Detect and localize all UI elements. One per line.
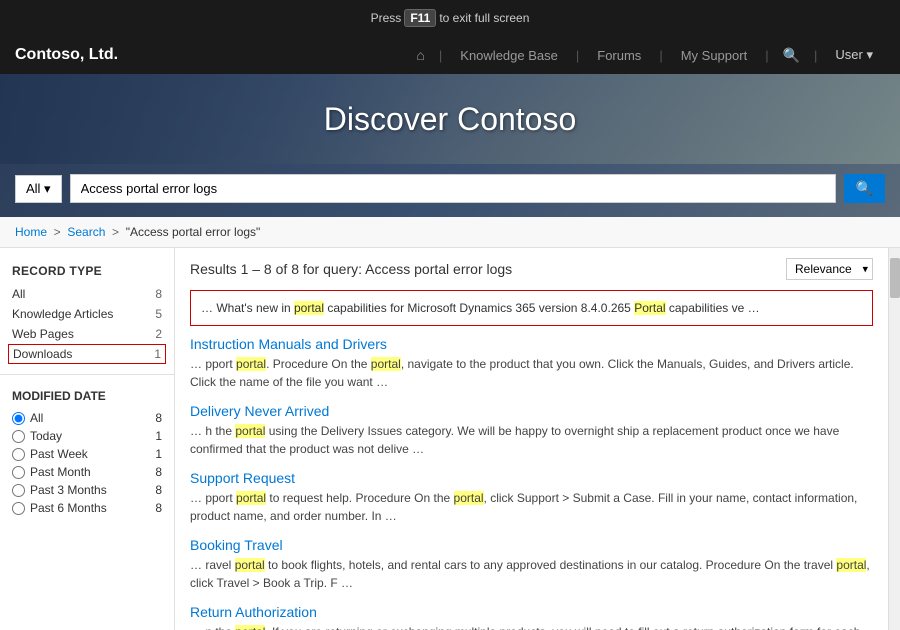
highlight-portal-2: Portal xyxy=(634,301,665,315)
record-type-title: Record Type xyxy=(0,260,174,284)
relevance-wrapper: Relevance Newest Oldest xyxy=(786,258,873,280)
hero-section: Discover Contoso xyxy=(0,74,900,164)
result-title-instruction-manuals[interactable]: Instruction Manuals and Drivers xyxy=(190,336,873,352)
filter-all[interactable]: All 8 xyxy=(0,284,174,304)
filter-knowledge-articles[interactable]: Knowledge Articles 5 xyxy=(0,304,174,324)
breadcrumb-query: "Access portal error logs" xyxy=(126,225,261,239)
nav-separator: | xyxy=(576,48,579,63)
results-header: Results 1 – 8 of 8 for query: Access por… xyxy=(190,258,873,280)
result-title-booking-travel[interactable]: Booking Travel xyxy=(190,537,873,553)
breadcrumb-search[interactable]: Search xyxy=(67,225,105,239)
fullscreen-notice: Press F11 to exit full screen xyxy=(0,0,900,36)
date-filter-today[interactable]: Today 1 xyxy=(0,427,174,445)
result-item: Booking Travel … ravel portal to book fl… xyxy=(190,537,873,592)
scrollbar[interactable] xyxy=(888,248,900,630)
results-area: Results 1 – 8 of 8 for query: Access por… xyxy=(175,248,888,630)
results-count: Results 1 – 8 of 8 for query: Access por… xyxy=(190,261,512,277)
fullscreen-text: Press xyxy=(371,11,402,25)
filter-downloads[interactable]: Downloads 1 xyxy=(8,344,166,364)
date-pastweek-label: Past Week xyxy=(30,447,88,461)
main-content: Record Type All 8 Knowledge Articles 5 W… xyxy=(0,248,900,630)
nav-links: ⌂ | Knowledge Base | Forums | My Support… xyxy=(408,47,885,64)
breadcrumb: Home > Search > "Access portal error log… xyxy=(0,217,900,248)
date-past3m-label: Past 3 Months xyxy=(30,483,107,497)
result-snippet: … pport portal to request help. Procedur… xyxy=(190,489,873,525)
user-menu[interactable]: User ▾ xyxy=(831,47,877,63)
modified-date-title: Modified date xyxy=(0,385,174,409)
result-item: Delivery Never Arrived … h the portal us… xyxy=(190,403,873,458)
search-button[interactable]: 🔍 xyxy=(844,174,885,203)
hero-title: Discover Contoso xyxy=(324,101,577,138)
filter-dl-label: Downloads xyxy=(13,347,72,361)
date-filter-all[interactable]: All 8 xyxy=(0,409,174,427)
scrollbar-thumb[interactable] xyxy=(890,258,900,298)
result-snippet: … ravel portal to book flights, hotels, … xyxy=(190,556,873,592)
nav-separator: | xyxy=(814,48,817,63)
date-filter-past-3months[interactable]: Past 3 Months 8 xyxy=(0,481,174,499)
nav-separator: | xyxy=(439,48,442,63)
result-item: Instruction Manuals and Drivers … pport … xyxy=(190,336,873,391)
first-result: … What's new in portal capabilities for … xyxy=(190,290,873,326)
date-past3m-count: 8 xyxy=(155,483,162,497)
date-pastweek-count: 1 xyxy=(155,447,162,461)
breadcrumb-home[interactable]: Home xyxy=(15,225,47,239)
result-item: Return Authorization … n the portal. If … xyxy=(190,604,873,630)
filter-dl-count: 1 xyxy=(154,347,161,361)
date-today-label: Today xyxy=(30,429,62,443)
search-icon[interactable]: 🔍 xyxy=(783,47,800,64)
sidebar: Record Type All 8 Knowledge Articles 5 W… xyxy=(0,248,175,630)
nav-bar: Contoso, Ltd. ⌂ | Knowledge Base | Forum… xyxy=(0,36,900,74)
relevance-select[interactable]: Relevance Newest Oldest xyxy=(786,258,873,280)
date-pastmonth-count: 8 xyxy=(155,465,162,479)
date-pastmonth-label: Past Month xyxy=(30,465,91,479)
nav-separator: | xyxy=(765,48,768,63)
result-snippet: … h the portal using the Delivery Issues… xyxy=(190,422,873,458)
sidebar-divider xyxy=(0,374,174,375)
f11-key: F11 xyxy=(404,9,436,27)
date-all-count: 8 xyxy=(155,411,162,425)
search-bar: All ▾ 🔍 xyxy=(0,164,900,217)
nav-link-forums[interactable]: Forums xyxy=(593,48,645,63)
date-today-count: 1 xyxy=(155,429,162,443)
filter-wp-count: 2 xyxy=(155,327,162,341)
date-filter-past-week[interactable]: Past Week 1 xyxy=(0,445,174,463)
date-filter-past-month[interactable]: Past Month 8 xyxy=(0,463,174,481)
nav-link-my-support[interactable]: My Support xyxy=(677,48,751,63)
filter-wp-label: Web Pages xyxy=(12,327,74,341)
nav-link-knowledge-base[interactable]: Knowledge Base xyxy=(456,48,562,63)
date-past6m-label: Past 6 Months xyxy=(30,501,107,515)
date-all-label: All xyxy=(30,411,43,425)
search-filter-label: All ▾ xyxy=(26,181,51,197)
filter-web-pages[interactable]: Web Pages 2 xyxy=(0,324,174,344)
search-filter-btn[interactable]: All ▾ xyxy=(15,175,62,203)
result-item: Support Request … pport portal to reques… xyxy=(190,470,873,525)
result-snippet: … n the portal. If you are returning or … xyxy=(190,623,873,630)
fullscreen-text2: to exit full screen xyxy=(439,11,529,25)
result-snippet: … pport portal. Procedure On the portal,… xyxy=(190,355,873,391)
result-title-support[interactable]: Support Request xyxy=(190,470,873,486)
filter-ka-count: 5 xyxy=(155,307,162,321)
nav-separator: | xyxy=(659,48,662,63)
filter-ka-label: Knowledge Articles xyxy=(12,307,113,321)
search-input[interactable] xyxy=(70,174,836,203)
highlight-portal-1: portal xyxy=(294,301,324,315)
home-icon[interactable]: ⌂ xyxy=(416,47,424,63)
filter-all-count: 8 xyxy=(155,287,162,301)
date-filter-past-6months[interactable]: Past 6 Months 8 xyxy=(0,499,174,517)
result-title-delivery[interactable]: Delivery Never Arrived xyxy=(190,403,873,419)
brand-name: Contoso, Ltd. xyxy=(15,46,118,64)
result-title-return-authorization[interactable]: Return Authorization xyxy=(190,604,873,620)
date-past6m-count: 8 xyxy=(155,501,162,515)
filter-all-label: All xyxy=(12,287,25,301)
